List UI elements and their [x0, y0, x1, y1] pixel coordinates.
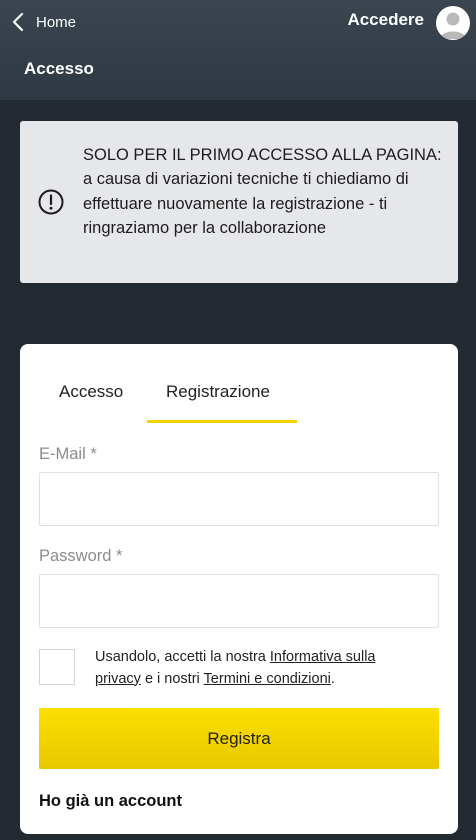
consent-prefix: Usandolo, accetti la nostra	[95, 649, 270, 665]
chevron-left-icon	[8, 8, 28, 36]
consent-middle: e i nostri	[140, 670, 204, 687]
tab-registrazione[interactable]: Registrazione	[166, 382, 270, 402]
back-button[interactable]: Home	[8, 8, 76, 36]
top-bar: Home Accedere Accesso	[0, 0, 476, 100]
tab-accesso[interactable]: Accesso	[59, 382, 123, 402]
consent-text: Usandolo, accetti la nostra Informativa …	[95, 647, 425, 690]
user-icon	[440, 12, 466, 39]
password-field[interactable]	[39, 574, 439, 628]
consent-suffix: .	[330, 670, 335, 687]
consent-checkbox[interactable]	[39, 649, 75, 685]
have-account-link[interactable]: Ho già un account	[39, 792, 182, 811]
auth-card: Accesso Registrazione E-Mail * Password …	[20, 344, 458, 834]
register-button[interactable]: Registra	[39, 708, 439, 769]
password-label: Password *	[39, 547, 123, 565]
back-label: Home	[36, 13, 77, 31]
active-tab-indicator	[147, 420, 297, 423]
avatar[interactable]	[436, 6, 470, 40]
terms-link[interactable]: Termini e condizioni	[204, 671, 331, 687]
page-title: Accesso	[24, 59, 94, 78]
alert-circle-icon	[38, 189, 64, 215]
notice-text: SOLO PER IL PRIMO ACCESSO ALLA PAGINA: a…	[83, 146, 442, 238]
login-link[interactable]: Accedere	[347, 10, 424, 30]
email-label: E-Mail *	[39, 445, 97, 463]
notice-box: SOLO PER IL PRIMO ACCESSO ALLA PAGINA: a…	[20, 121, 458, 283]
email-field[interactable]	[39, 472, 439, 526]
